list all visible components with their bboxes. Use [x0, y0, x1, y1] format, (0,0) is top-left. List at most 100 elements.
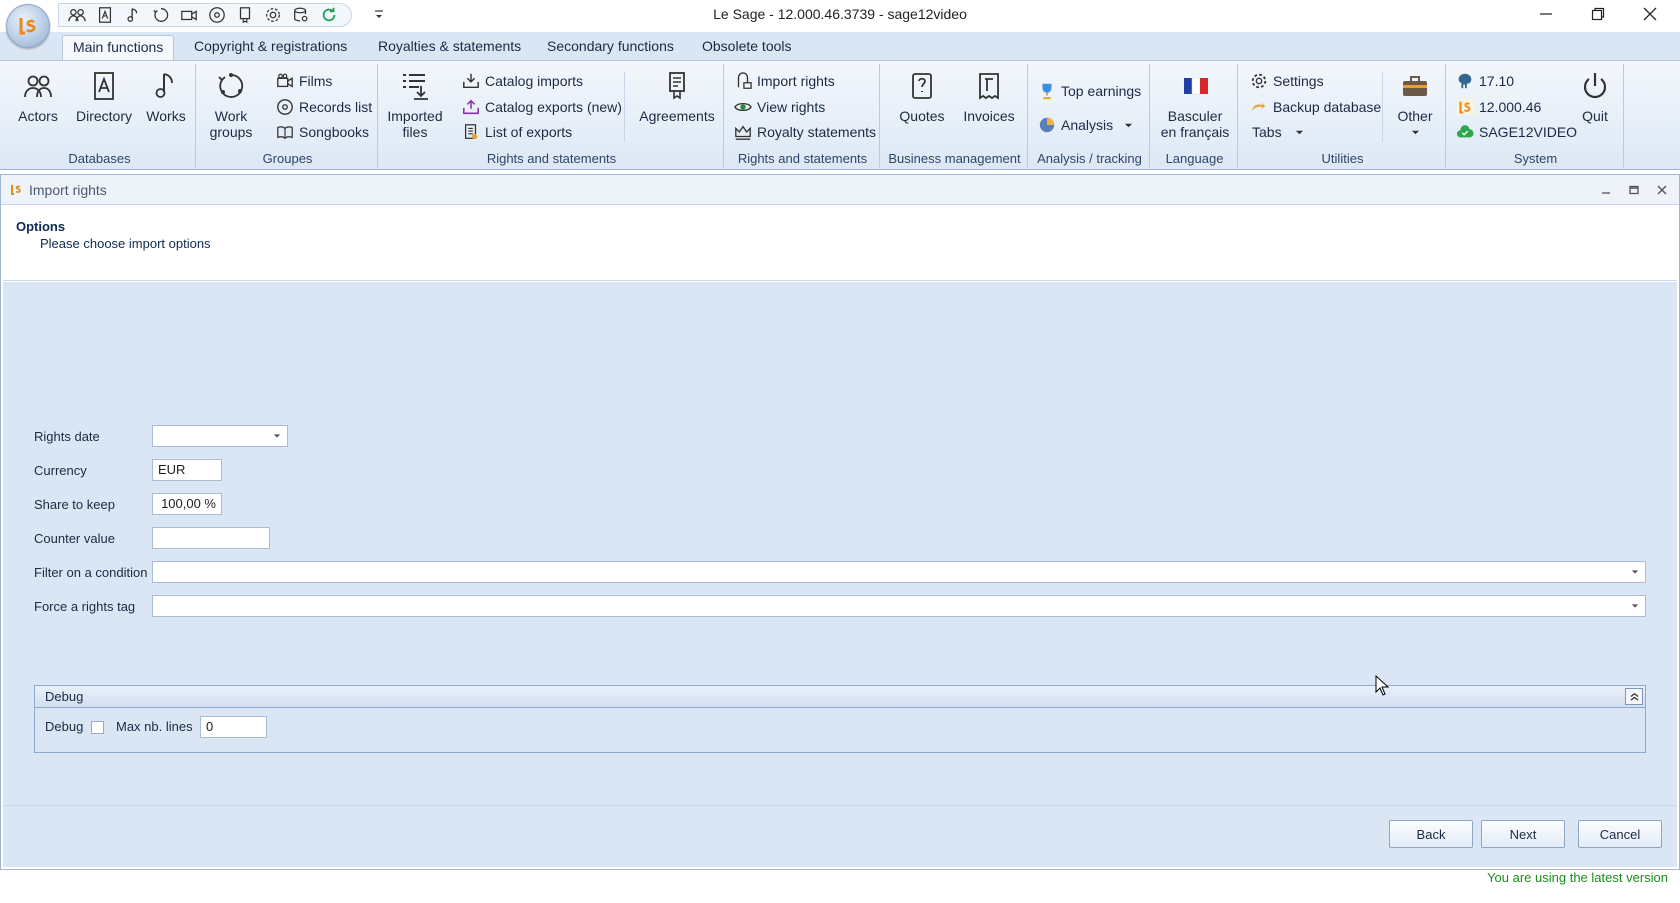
- app-menu-button[interactable]: [6, 4, 50, 48]
- tab-copyright-registrations[interactable]: Copyright & registrations: [184, 35, 357, 60]
- options-form: Rights date Currency EUR Share to keep 1…: [3, 282, 1677, 805]
- close-button[interactable]: [1624, 0, 1676, 28]
- backup-icon: [1251, 102, 1266, 111]
- counter-value-label: Counter value: [34, 531, 115, 546]
- quit-button[interactable]: Quit: [1570, 68, 1620, 124]
- agreements-button[interactable]: Agreements: [634, 68, 720, 124]
- pie-chart-icon: [1039, 117, 1055, 133]
- group-label-analysis: Analysis / tracking: [1037, 151, 1142, 166]
- group-label-databases: Databases: [68, 151, 131, 166]
- wizard-step-subtitle: Please choose import options: [40, 236, 211, 251]
- debug-panel-header: Debug: [35, 686, 1645, 708]
- wizard-step-title: Options: [16, 219, 66, 234]
- invoice-icon: [979, 73, 999, 100]
- chevron-down-icon: [1125, 123, 1133, 127]
- settings-button[interactable]: Settings: [1250, 70, 1324, 92]
- catalog-exports-button[interactable]: Catalog exports (new): [462, 96, 622, 118]
- records-list-button[interactable]: Records list: [276, 96, 372, 118]
- import-rights-button[interactable]: Import rights: [734, 70, 835, 92]
- download-tray-icon: [463, 73, 479, 89]
- tab-secondary-functions[interactable]: Secondary functions: [537, 35, 684, 60]
- group-utilities: Settings Backup database Tabs Other Util…: [1240, 64, 1446, 168]
- currency-label: Currency: [34, 463, 87, 478]
- debug-checkbox[interactable]: [91, 721, 104, 734]
- postgres-version: 17.10: [1456, 70, 1514, 92]
- rights-date-picker[interactable]: [152, 425, 288, 447]
- chevron-down-icon: [273, 434, 281, 438]
- group-rights-statements-1: Imported files Catalog imports Catalog ex…: [380, 64, 724, 168]
- other-dropdown[interactable]: Other: [1388, 68, 1442, 140]
- tab-obsolete-tools[interactable]: Obsolete tools: [692, 35, 802, 60]
- cloud-check-icon: [1456, 125, 1474, 138]
- tab-royalties-statements[interactable]: Royalties & statements: [368, 35, 531, 60]
- group-system: 17.10 12.000.46 SAGE12VIDEO Quit System: [1448, 64, 1624, 168]
- ribbon: Actors Directory Works Databases Work gro…: [0, 60, 1680, 170]
- songbook-icon: [277, 126, 293, 140]
- agreement-icon: [669, 72, 685, 100]
- debug-collapse-button[interactable]: [1625, 688, 1643, 705]
- switch-language-button[interactable]: Basculer en français: [1154, 68, 1236, 140]
- view-rights-button[interactable]: View rights: [734, 96, 825, 118]
- status-message: You are using the latest version: [1487, 870, 1668, 885]
- french-flag-icon: [1184, 77, 1208, 95]
- tabs-dropdown[interactable]: Tabs: [1252, 121, 1304, 143]
- next-button[interactable]: Next: [1481, 820, 1565, 848]
- child-window-title: Import rights: [29, 182, 107, 198]
- quote-icon: [912, 73, 932, 99]
- analysis-dropdown[interactable]: Analysis: [1038, 114, 1133, 136]
- ribbon-tab-bar: Main functions Copyright & registrations…: [0, 32, 1680, 60]
- toolbox-icon: [1403, 76, 1427, 96]
- max-lines-input[interactable]: 0: [200, 716, 267, 738]
- share-to-keep-input[interactable]: 100,00 %: [152, 493, 222, 515]
- child-maximize-button[interactable]: [1625, 182, 1643, 198]
- max-lines-label: Max nb. lines: [116, 719, 193, 734]
- separator: [1382, 72, 1383, 142]
- filter-condition-label: Filter on a condition: [34, 565, 148, 580]
- minimize-button[interactable]: [1520, 0, 1572, 28]
- film-camera-icon: [277, 73, 293, 88]
- top-earnings-button[interactable]: Top earnings: [1038, 80, 1141, 102]
- crown-icon: [735, 125, 751, 140]
- child-minimize-button[interactable]: [1597, 182, 1615, 198]
- backup-database-button[interactable]: Backup database: [1250, 96, 1381, 118]
- catalog-imports-button[interactable]: Catalog imports: [462, 70, 583, 92]
- window-title: Le Sage - 12.000.46.3739 - sage12video: [713, 6, 967, 22]
- counter-value-input[interactable]: [152, 527, 270, 549]
- group-label-language: Language: [1165, 151, 1224, 166]
- music-note-icon: [155, 73, 173, 98]
- works-button[interactable]: Works: [140, 68, 192, 124]
- filter-condition-select[interactable]: [152, 561, 1646, 583]
- separator: [624, 72, 625, 142]
- imported-files-button[interactable]: Imported files: [384, 68, 446, 140]
- import-rights-icon: [737, 72, 752, 89]
- restore-button[interactable]: [1572, 0, 1624, 28]
- group-label-rights-1: Rights and statements: [486, 151, 617, 166]
- currency-input[interactable]: EUR: [152, 459, 222, 481]
- chevron-down-icon: [1295, 130, 1303, 134]
- work-groups-button[interactable]: Work groups: [202, 68, 260, 140]
- invoices-button[interactable]: Invoices: [958, 68, 1020, 124]
- eye-icon: [734, 102, 752, 112]
- double-chevron-up-icon: [1630, 693, 1638, 701]
- directory-button[interactable]: Directory: [70, 68, 138, 124]
- quotes-button[interactable]: Quotes: [892, 68, 952, 124]
- royalty-statements-button[interactable]: Royalty statements: [734, 121, 876, 143]
- child-title-bar: Import rights: [1, 175, 1679, 205]
- back-button[interactable]: Back: [1389, 820, 1473, 848]
- app-logo-icon: [1456, 98, 1474, 116]
- debug-panel: Debug Debug Max nb. lines 0: [34, 685, 1646, 753]
- app-logo-icon: [11, 185, 21, 195]
- share-to-keep-label: Share to keep: [34, 497, 115, 512]
- rights-date-label: Rights date: [34, 429, 100, 444]
- title-bar: Le Sage - 12.000.46.3739 - sage12video: [0, 0, 1680, 30]
- actors-button[interactable]: Actors: [10, 68, 66, 124]
- list-of-exports-button[interactable]: List of exports: [462, 121, 572, 143]
- cancel-button[interactable]: Cancel: [1578, 820, 1662, 848]
- songbooks-button[interactable]: Songbooks: [276, 121, 369, 143]
- force-rights-tag-select[interactable]: [152, 595, 1646, 617]
- tab-main-functions[interactable]: Main functions: [62, 35, 175, 60]
- group-rights-statements-2: Import rights View rights Royalty statem…: [726, 64, 880, 168]
- child-close-button[interactable]: [1653, 182, 1671, 198]
- app-version: 12.000.46: [1456, 96, 1541, 118]
- films-button[interactable]: Films: [276, 70, 332, 92]
